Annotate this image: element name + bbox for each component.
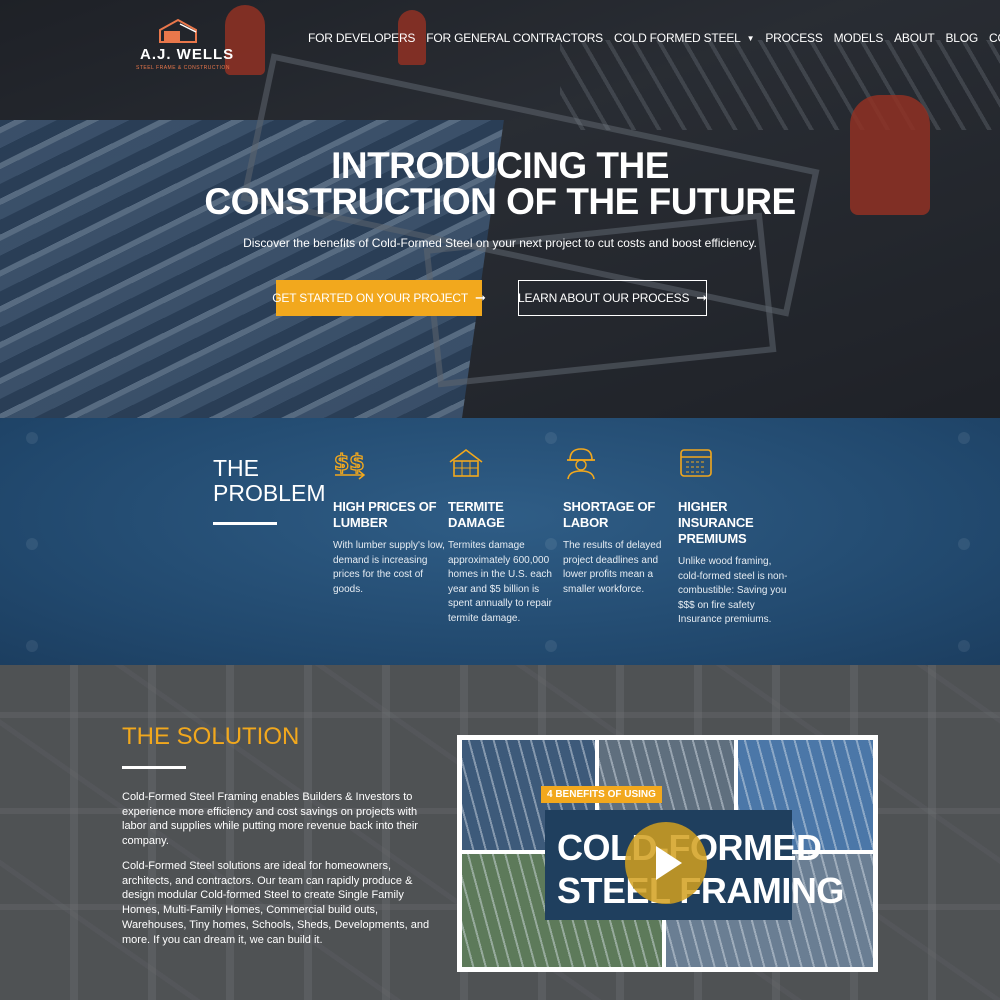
nav-blog[interactable]: BLOG — [945, 31, 978, 45]
logo-name: A.J. WELLS — [140, 46, 235, 63]
solution-section: THE SOLUTION Cold-Formed Steel Framing e… — [0, 665, 1000, 1000]
solution-paragraph-1: Cold-Formed Steel Framing enables Builde… — [122, 791, 418, 848]
nav-about[interactable]: ABOUT — [894, 31, 935, 45]
rivet-decoration — [26, 538, 38, 550]
play-icon[interactable] — [625, 822, 707, 904]
logo-tagline: STEEL FRAME & CONSTRUCTION — [136, 65, 230, 71]
problem-title-line1: THE — [213, 455, 259, 481]
problem-title: THE PROBLEM — [213, 456, 325, 506]
hero-title-line1: INTRODUCING THE — [331, 145, 669, 186]
problem-heading: HIGHER INSURANCE PREMIUMS — [678, 499, 754, 546]
problem-item-termite: TERMITE DAMAGE Termites damage approxima… — [448, 446, 560, 626]
main-nav: FOR DEVELOPERS FOR GENERAL CONTRACTORS C… — [308, 31, 1000, 45]
solution-paragraph-2: Cold-Formed Steel solutions are ideal fo… — [122, 860, 430, 946]
problem-title-line2: PROBLEM — [213, 480, 326, 506]
dollar-signs-icon: $$ — [333, 450, 365, 480]
logo-house-icon — [159, 18, 197, 43]
get-started-label: GET STARTED ON YOUR PROJECT — [272, 291, 469, 305]
problem-section: THE PROBLEM $$ HIGH PRICES OF LUMBER Wit… — [0, 418, 1000, 665]
learn-process-button[interactable]: LEARN ABOUT OUR PROCESS ➞ — [518, 280, 707, 316]
house-icon — [449, 449, 483, 477]
rivet-decoration — [958, 432, 970, 444]
rivet-decoration — [958, 640, 970, 652]
hero-title: INTRODUCING THE CONSTRUCTION OF THE FUTU… — [0, 145, 1000, 222]
hero-subtitle: Discover the benefits of Cold-Formed Ste… — [243, 236, 757, 250]
rivet-decoration — [545, 432, 557, 444]
nav-contact[interactable]: CONTACT — [989, 31, 1000, 45]
hero-title-line2: CONSTRUCTION OF THE FUTURE — [204, 181, 796, 222]
problem-text: Termites damage approximately 600,000 ho… — [448, 540, 552, 624]
problem-text: With lumber supply's low, demand is incr… — [333, 540, 445, 595]
problem-heading: TERMITE DAMAGE — [448, 499, 505, 530]
video-tag: 4 BENEFITS OF USING — [541, 786, 662, 803]
problem-title-underline — [213, 522, 277, 525]
nav-cold-formed-steel-label: COLD FORMED STEEL — [614, 31, 741, 45]
rivet-decoration — [26, 640, 38, 652]
arrow-right-icon: ➞ — [696, 290, 707, 305]
hero-section: A.J. WELLS STEEL FRAME & CONSTRUCTION FO… — [0, 0, 1000, 418]
worker-icon — [567, 448, 595, 480]
problem-heading: HIGH PRICES OF LUMBER — [333, 499, 437, 530]
problem-item-lumber: $$ HIGH PRICES OF LUMBER With lumber sup… — [333, 446, 445, 597]
video-player[interactable]: 4 BENEFITS OF USING COLD-FORMED STEEL FR… — [457, 735, 878, 972]
get-started-button[interactable]: GET STARTED ON YOUR PROJECT ➞ — [272, 280, 486, 316]
rivet-decoration — [545, 640, 557, 652]
learn-process-label: LEARN ABOUT OUR PROCESS — [518, 291, 690, 305]
problem-text: The results of delayed project deadlines… — [563, 540, 662, 595]
nav-models[interactable]: MODELS — [834, 31, 884, 45]
problem-item-labor: SHORTAGE OF LABOR The results of delayed… — [563, 446, 675, 597]
problem-heading: SHORTAGE OF LABOR — [563, 499, 656, 530]
site-logo[interactable]: A.J. WELLS STEEL FRAME & CONSTRUCTION — [136, 18, 240, 72]
rivet-decoration — [26, 432, 38, 444]
nav-general-contractors[interactable]: FOR GENERAL CONTRACTORS — [426, 31, 603, 45]
solution-title: THE SOLUTION — [122, 723, 300, 750]
calculator-icon — [680, 449, 712, 477]
problem-text: Unlike wood framing, cold-formed steel i… — [678, 556, 788, 625]
nav-process[interactable]: PROCESS — [765, 31, 822, 45]
arrow-right-icon: ➞ — [475, 290, 486, 305]
nav-cold-formed-steel[interactable]: COLD FORMED STEEL ▼ — [614, 31, 755, 45]
chevron-down-icon: ▼ — [746, 33, 755, 43]
solution-title-underline — [122, 766, 186, 769]
problem-item-insurance: HIGHER INSURANCE PREMIUMS Unlike wood fr… — [678, 446, 790, 628]
rivet-decoration — [958, 538, 970, 550]
nav-developers[interactable]: FOR DEVELOPERS — [308, 31, 415, 45]
